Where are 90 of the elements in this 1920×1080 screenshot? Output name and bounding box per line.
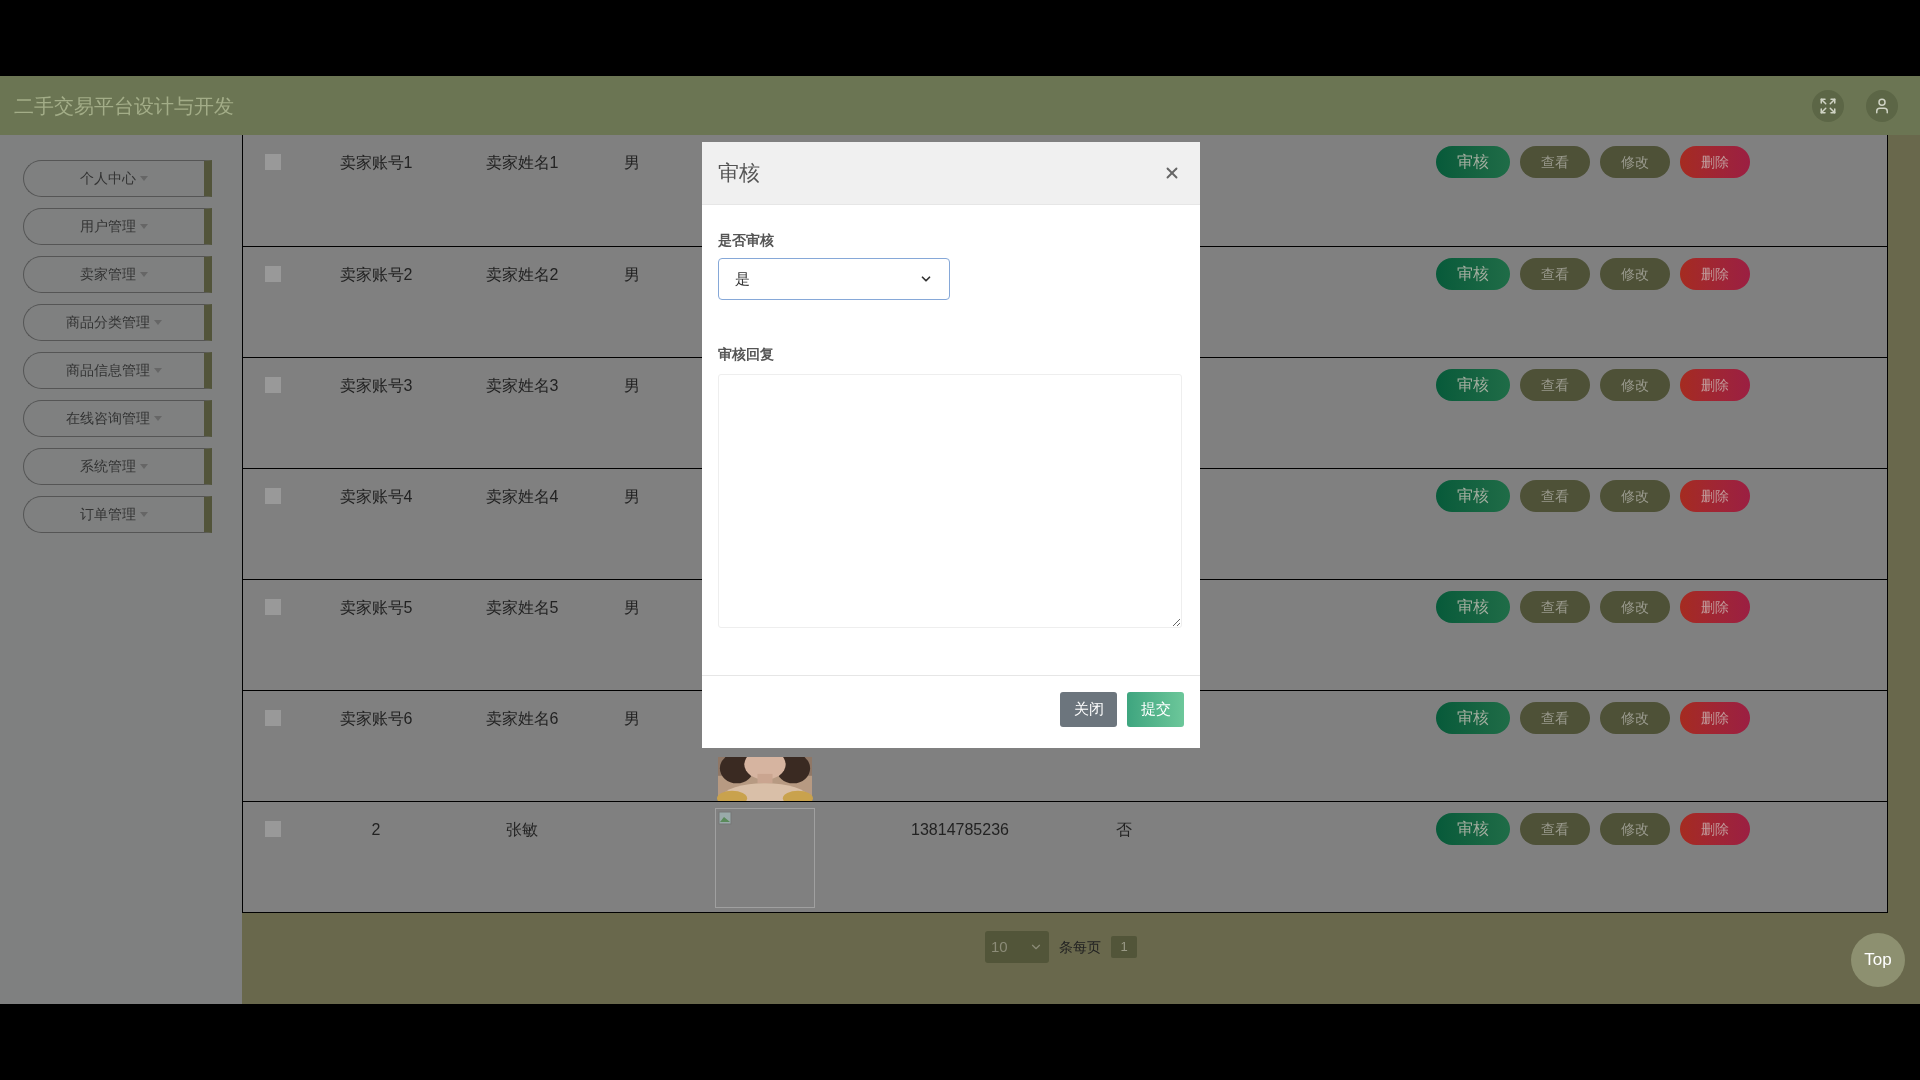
action-button[interactable]: 审核 <box>1436 702 1510 734</box>
action-button[interactable]: 修改 <box>1600 591 1670 623</box>
submit-button[interactable]: 提交 <box>1127 692 1184 727</box>
row-checkbox[interactable] <box>265 488 281 504</box>
sidebar-menu-button[interactable]: 卖家管理 <box>23 256 212 293</box>
row-checkbox[interactable] <box>265 266 281 282</box>
table-cell-text: 卖家姓名4 <box>485 487 559 507</box>
table-cell-text: 男 <box>624 598 640 618</box>
action-button[interactable]: 修改 <box>1600 702 1670 734</box>
table-cell-text: 张敏 <box>506 820 538 840</box>
action-button[interactable]: 修改 <box>1600 480 1670 512</box>
caret-icon <box>140 272 148 277</box>
action-button[interactable]: 删除 <box>1680 480 1750 512</box>
action-button[interactable]: 修改 <box>1600 369 1670 401</box>
field-label: 审核回复 <box>718 345 775 364</box>
page-number[interactable]: 1 <box>1111 936 1137 958</box>
caret-icon <box>140 512 148 517</box>
action-button[interactable]: 审核 <box>1436 480 1510 512</box>
table-cell-text: 卖家姓名2 <box>485 265 559 285</box>
sidebar-menu-button[interactable]: 在线咨询管理 <box>23 400 212 437</box>
action-button[interactable]: 删除 <box>1680 813 1750 845</box>
sidebar-menu-button[interactable]: 系统管理 <box>23 448 212 485</box>
table-cell-text: 卖家账号4 <box>339 487 413 507</box>
sidebar-menu-button[interactable]: 用户管理 <box>23 208 212 245</box>
user-icon <box>1873 96 1891 115</box>
field-label: 是否审核 <box>718 231 775 250</box>
table-cell-text: 男 <box>624 487 640 507</box>
sidebar-menu-button[interactable]: 商品信息管理 <box>23 352 212 389</box>
action-button[interactable]: 审核 <box>1436 369 1510 401</box>
page-size-select[interactable]: 10 <box>985 931 1049 963</box>
action-button[interactable]: 删除 <box>1680 369 1750 401</box>
page-size-label: 条每页 <box>1059 937 1101 957</box>
broken-image-icon <box>718 811 732 825</box>
sidebar-menu-button[interactable]: 订单管理 <box>23 496 212 533</box>
action-button[interactable]: 查看 <box>1520 369 1590 401</box>
table-cell-text: 13814785236 <box>911 820 1009 840</box>
close-dialog-button[interactable]: 关闭 <box>1060 692 1117 727</box>
action-button[interactable]: 查看 <box>1520 702 1590 734</box>
row-checkbox[interactable] <box>265 154 281 170</box>
reply-textarea[interactable] <box>718 374 1182 628</box>
action-button[interactable]: 查看 <box>1520 480 1590 512</box>
caret-icon <box>154 368 162 373</box>
action-button[interactable]: 修改 <box>1600 146 1670 178</box>
fullscreen-button[interactable] <box>1812 89 1844 122</box>
table-cell-text: 男 <box>624 376 640 396</box>
action-button[interactable]: 审核 <box>1436 591 1510 623</box>
action-button[interactable]: 审核 <box>1436 146 1510 178</box>
table-cell-text: 卖家姓名5 <box>485 598 559 618</box>
caret-icon <box>154 416 162 421</box>
table-cell-text: 卖家账号3 <box>339 376 413 396</box>
row-checkbox[interactable] <box>265 710 281 726</box>
table-cell-text: 卖家姓名6 <box>485 709 559 729</box>
caret-icon <box>140 176 148 181</box>
sidebar-menu-button[interactable]: 个人中心 <box>23 160 212 197</box>
action-button[interactable]: 查看 <box>1520 591 1590 623</box>
audit-select[interactable]: 是 <box>718 258 950 300</box>
top-button[interactable]: Top <box>1851 933 1905 987</box>
table-cell-text: 卖家姓名3 <box>485 376 559 396</box>
caret-icon <box>154 320 162 325</box>
action-button[interactable]: 删除 <box>1680 146 1750 178</box>
table-cell-text: 否 <box>1116 820 1132 840</box>
caret-icon <box>140 464 148 469</box>
row-checkbox[interactable] <box>265 821 281 837</box>
action-button[interactable]: 删除 <box>1680 258 1750 290</box>
table-cell-text: 男 <box>624 709 640 729</box>
action-button[interactable]: 查看 <box>1520 146 1590 178</box>
table-cell-text: 2 <box>371 820 381 840</box>
user-button[interactable] <box>1866 89 1898 122</box>
table-cell-text: 卖家账号6 <box>339 709 413 729</box>
dialog-title: 审核 <box>718 160 760 187</box>
caret-icon <box>140 224 148 229</box>
action-button[interactable]: 删除 <box>1680 591 1750 623</box>
table-cell-text: 男 <box>624 265 640 285</box>
sidebar-menu-button[interactable]: 商品分类管理 <box>23 304 212 341</box>
table-cell-text: 卖家账号5 <box>339 598 413 618</box>
action-button[interactable]: 修改 <box>1600 258 1670 290</box>
table-cell-text: 男 <box>624 153 640 173</box>
action-button[interactable]: 查看 <box>1520 258 1590 290</box>
table-cell-text: 卖家账号1 <box>339 153 413 173</box>
row-checkbox[interactable] <box>265 599 281 615</box>
row-checkbox[interactable] <box>265 377 281 393</box>
site-title: 二手交易平台设计与开发 <box>14 93 235 119</box>
action-button[interactable]: 删除 <box>1680 702 1750 734</box>
action-button[interactable]: 修改 <box>1600 813 1670 845</box>
table-cell-text: 卖家账号2 <box>339 265 413 285</box>
action-button[interactable]: 审核 <box>1436 813 1510 845</box>
action-button[interactable]: 查看 <box>1520 813 1590 845</box>
table-cell-text: 卖家姓名1 <box>485 153 559 173</box>
expand-icon <box>1819 96 1837 115</box>
action-button[interactable]: 审核 <box>1436 258 1510 290</box>
